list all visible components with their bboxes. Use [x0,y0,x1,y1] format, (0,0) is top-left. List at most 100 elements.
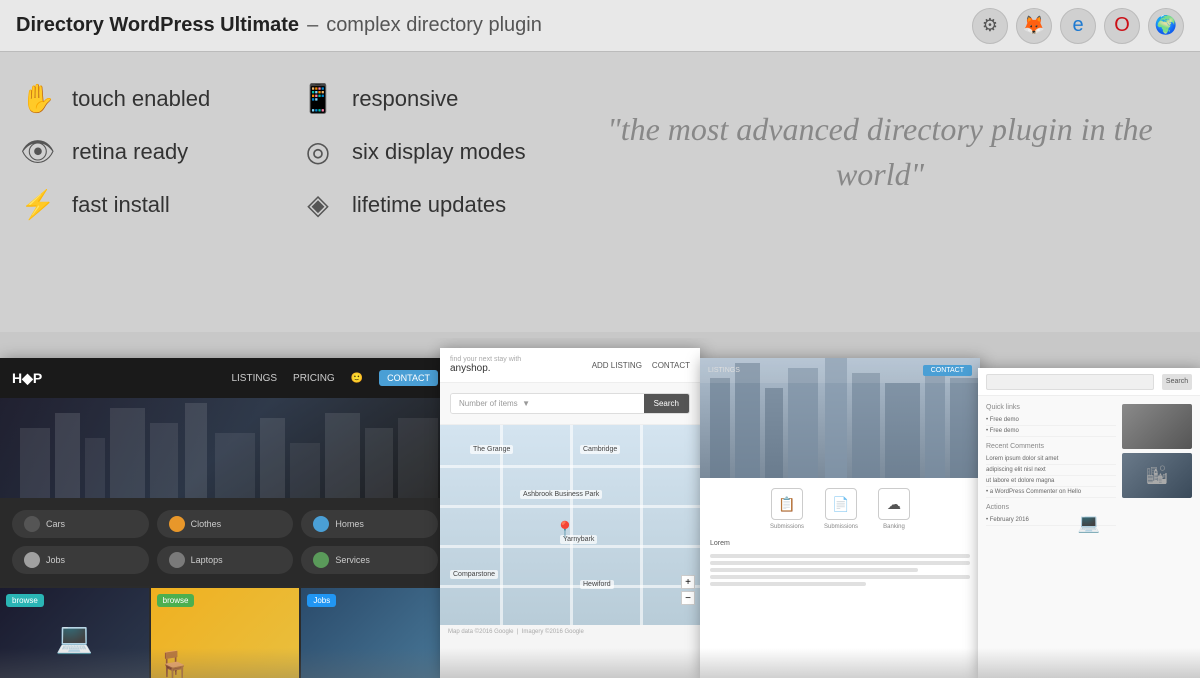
features-grid: ✋ touch enabled 👁 retina ready ⚡ fast in… [20,72,1180,231]
quote-area: "the most advanced directory plugin in t… [580,72,1180,231]
ss2-map-credit: Map data ©2016 Google | Imagery ©2016 Go… [440,625,700,639]
feature-touch-label: touch enabled [72,86,210,112]
ss1-badge-2: browse [157,594,195,607]
ss3-submissions-icon: 📋 [771,488,803,520]
ss1-categories: Cars Clothes Homes Jobs Laptops [0,498,450,586]
ss1-cat-clothes: Clothes [157,510,294,538]
subtitle: complex directory plugin [326,14,542,36]
ss3-banking-icon: ☁ [878,488,910,520]
ss2-tagline: find your next stay with [450,356,521,363]
ss3-line-2 [710,561,970,565]
ss1-listing-img-3: Jobs [301,588,450,678]
ss2-add-listing-link[interactable]: ADD LISTING [592,361,642,370]
screenshot-dark-theme: H◆P LISTINGS PRICING 🙂 CONTACT [0,358,450,678]
touch-icon: ✋ [20,82,56,115]
retina-icon: 👁 [20,135,56,168]
ss2-search-input[interactable]: Number of items ▼ [451,394,644,413]
browser-icons-bar: ⚙ 🦊 e O 🌍 [972,8,1184,44]
ss3-line-3 [710,568,918,572]
opera-icon: O [1104,8,1140,44]
ss3-contact-btn[interactable]: CONTACT [923,365,972,376]
ss2-contact-link[interactable]: CONTACT [652,361,690,370]
ss1-cat-cars: Cars [12,510,149,538]
responsive-icon: 📱 [300,82,336,115]
ss2-search-button[interactable]: Search [644,394,689,413]
ss1-cat-jobs-label: Jobs [46,555,65,565]
ss2-search-area: Number of items ▼ Search [440,383,700,425]
map-label-cambridge: Cambridge [580,445,620,454]
ss1-cat-services-label: Services [335,555,370,565]
settings-icon[interactable]: ⚙ [972,8,1008,44]
dash: – [307,14,318,36]
ss1-logo: H◆P [12,370,42,387]
ss2-logo: anyshop. [450,363,491,374]
ss3-doc-icon: 📄 [825,488,857,520]
ss1-pricing-link: PRICING [293,373,335,384]
ss3-banking-label: Banking [883,524,905,530]
ss4-sidebar: 💻 🏙 [1122,404,1192,526]
map-label-ashbrook: Ashbrook Business Park [520,490,602,499]
globe-icon: 🌍 [1148,8,1184,44]
ss1-cat-services-icon [313,552,329,568]
ss3-lorem-title: Lorem [710,540,970,547]
screenshots-container: H◆P LISTINGS PRICING 🙂 CONTACT [0,338,1200,678]
map-road-v1 [500,425,503,625]
ss1-cat-cars-label: Cars [46,519,65,529]
map-zoom-controls: + − [681,575,695,605]
display-icon: ◎ [300,135,336,168]
ss4-side-img-2: 🏙 [1122,453,1192,498]
feature-retina: 👁 retina ready [20,125,300,178]
screenshot-white-list: Search Quick links • Free demo • Free de… [978,368,1200,678]
map-zoom-in[interactable]: + [681,575,695,589]
screenshots-area: H◆P LISTINGS PRICING 🙂 CONTACT [0,338,1200,678]
lifetime-icon: ◈ [300,188,336,221]
ss1-cat-homes-label: Homes [335,519,364,529]
ss1-badge-1: browse [6,594,44,607]
ss2-header: find your next stay with anyshop. ADD LI… [440,348,700,383]
ss1-cat-jobs-icon [24,552,40,568]
ss3-icons-row: 📋 Submissions 📄 Submissions ☁ Banking [710,488,970,530]
ie-icon: e [1060,8,1096,44]
screenshot-map-search: find your next stay with anyshop. ADD LI… [440,348,700,678]
ss1-cat-clothes-icon [169,516,185,532]
feature-display-label: six display modes [352,139,526,165]
ss3-banking-icon-item: ☁ Banking [878,488,910,530]
ss1-nav-links: LISTINGS PRICING 🙂 CONTACT [231,370,438,386]
ss1-hero [0,398,450,498]
ss3-listings-link: LISTINGS [708,367,740,374]
ss4-content: Quick links • Free demo • Free demo Rece… [978,396,1200,534]
ss1-cat-homes: Homes [301,510,438,538]
feature-fast: ⚡ fast install [20,178,300,231]
product-name: Directory WordPress Ultimate [16,14,299,36]
map-zoom-out[interactable]: − [681,591,695,605]
ss3-navbar: LISTINGS CONTACT [700,358,980,383]
ss3-doc-icon-item: 📄 Submissions [824,488,858,530]
ss1-cat-clothes-label: Clothes [191,519,222,529]
ss1-cat-laptops: Laptops [157,546,294,574]
feature-touch: ✋ touch enabled [20,72,300,125]
feature-retina-label: retina ready [72,139,188,165]
ss1-skyline-svg [0,398,450,498]
ss3-line-5 [710,582,866,586]
feature-responsive: 📱 responsive [300,72,580,125]
ss1-listing-img-2: 🪑 browse [151,588,300,678]
header: Directory WordPress Ultimate–complex dir… [0,0,1200,52]
map-pin: 📍 [555,520,575,540]
map-label-hewiford: Hewiford [580,580,614,589]
quote-text: "the most advanced directory plugin in t… [600,107,1160,197]
ss2-nav: ADD LISTING CONTACT [592,361,690,370]
ss3-line-1 [710,554,970,558]
ss4-side-img-1: 💻 [1122,404,1192,449]
ss3-submissions-label: Submissions [770,524,804,530]
ss1-contact-btn[interactable]: CONTACT [379,370,438,386]
map-road-v3 [640,425,643,625]
ss3-content: 📋 Submissions 📄 Submissions ☁ Banking Lo… [700,478,980,596]
ss1-cat-laptops-label: Laptops [191,555,223,565]
ss3-submissions-icon-item: 📋 Submissions [770,488,804,530]
ss1-listings-link: LISTINGS [231,373,277,384]
ss1-cat-homes-icon [313,516,329,532]
feature-lifetime: ◈ lifetime updates [300,178,580,231]
ss1-cat-services: Services [301,546,438,574]
ss1-listing-img-1: 💻 browse [0,588,149,678]
ss3-text-lines: Lorem [710,540,970,586]
